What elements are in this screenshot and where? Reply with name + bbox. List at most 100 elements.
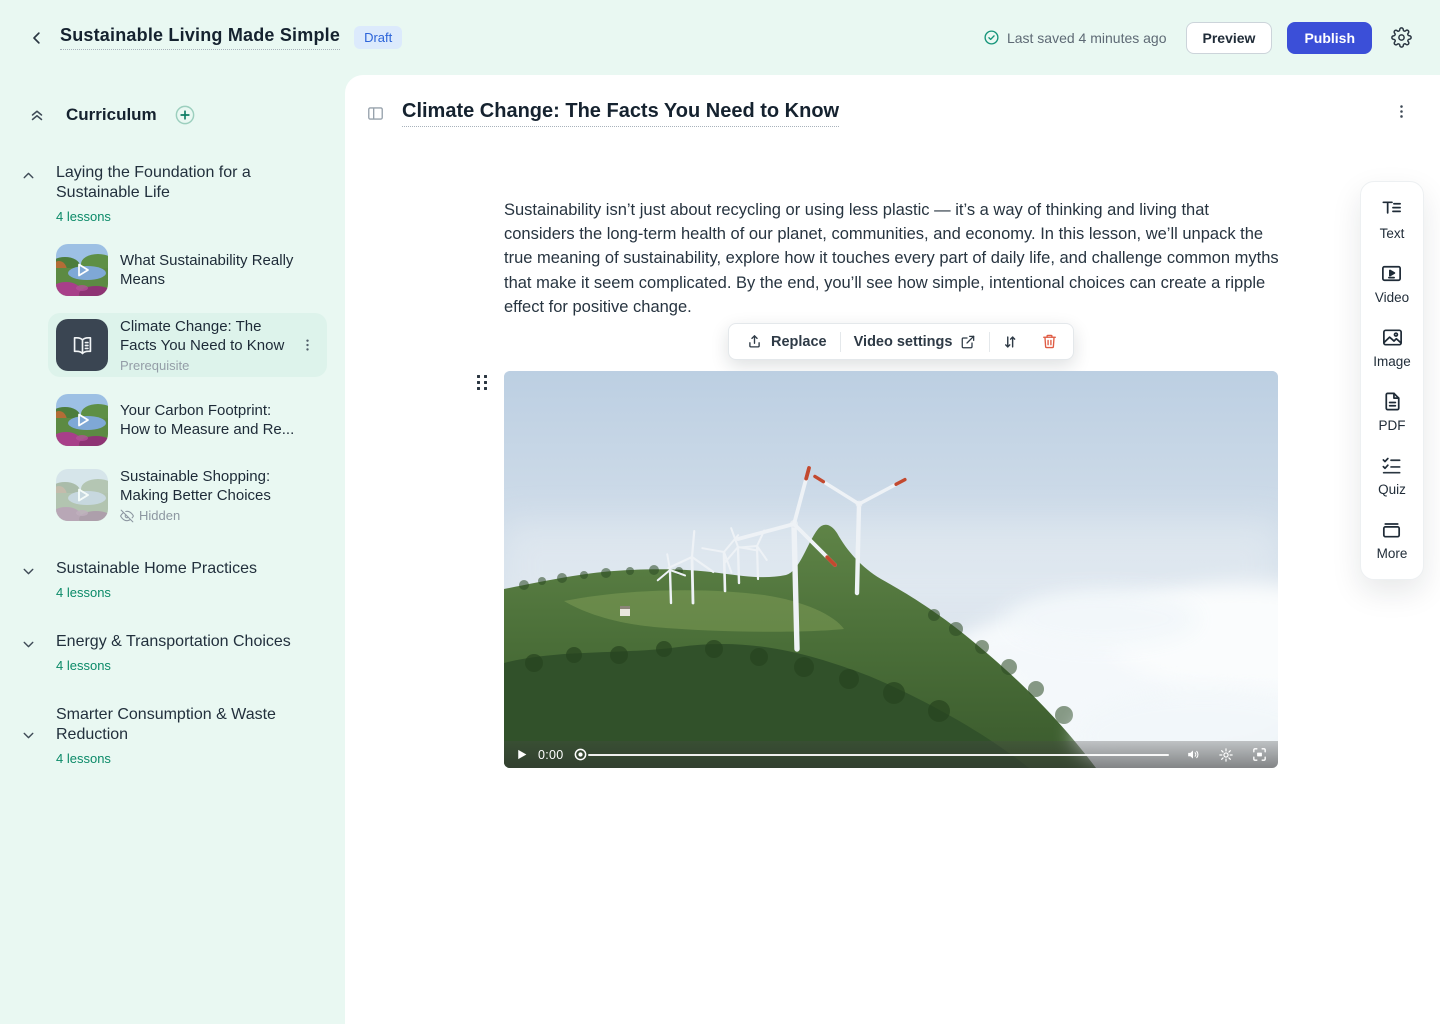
gear-icon [1391,27,1412,48]
insert-block-panel: Text Video Image PDF Quiz More [1360,181,1424,580]
tool-label: Video [1375,290,1409,305]
double-chevron-up-icon [28,106,46,124]
fullscreen-icon [1251,746,1268,763]
check-circle-icon [983,29,1000,46]
last-saved-status: Last saved 4 minutes ago [983,29,1167,46]
play-icon [56,469,108,521]
play-button[interactable] [513,746,530,763]
sidebar-title: Curriculum [66,105,157,125]
video-player[interactable]: 0:00 [504,371,1278,768]
video-progress-line [588,754,1169,756]
chevron-down-icon [20,727,37,744]
plus-circle-icon [174,104,196,126]
back-button[interactable] [24,25,50,51]
publish-button[interactable]: Publish [1287,22,1372,54]
quiz-checklist-icon [1380,454,1403,477]
video-block-icon [1380,262,1403,285]
trash-icon [1041,333,1058,350]
lesson-item-what-sustainability[interactable]: What Sustainability Really Means [48,240,327,300]
insert-video-button[interactable]: Video [1375,262,1409,305]
lesson-title: Your Carbon Footprint: How to Measure an… [120,401,302,439]
curriculum-sidebar: Curriculum Laying the Foundation for a S… [0,75,345,1024]
toggle-sidebar-button[interactable] [362,100,389,127]
lesson-intro-paragraph[interactable]: Sustainability isn’t just about recyclin… [504,198,1280,319]
text-icon [1380,198,1403,221]
tool-label: More [1377,546,1408,561]
section-header-home-practices[interactable]: Sustainable Home Practices 4 lessons [0,559,345,600]
section-title: Laying the Foundation for a Sustainable … [56,163,296,203]
scrubber-handle[interactable] [573,747,588,762]
delete-block-button[interactable] [1030,324,1069,359]
play-icon [56,244,108,296]
last-saved-text: Last saved 4 minutes ago [1007,30,1167,46]
add-section-button[interactable] [170,100,200,130]
fullscreen-button[interactable] [1250,745,1269,764]
block-drag-handle[interactable] [477,375,487,390]
video-settings-label: Video settings [854,334,953,350]
section-header-energy-transportation[interactable]: Energy & Transportation Choices 4 lesson… [0,632,345,673]
lesson-options-button[interactable] [1389,99,1414,124]
more-blocks-button[interactable]: More [1377,518,1408,561]
video-thumbnail [56,244,108,296]
lesson-title: Sustainable Shopping: Making Better Choi… [120,467,302,505]
collapse-all-button[interactable] [24,102,50,128]
volume-button[interactable] [1185,746,1202,763]
section-lesson-count: 4 lessons [56,585,257,600]
lesson-item-climate-change[interactable]: Climate Change: The Facts You Need to Kn… [48,313,327,377]
lesson-title: What Sustainability Really Means [120,251,302,289]
curriculum-section: Sustainable Home Practices 4 lessons [0,559,345,600]
tool-label: Text [1380,226,1405,241]
insert-quiz-button[interactable]: Quiz [1378,454,1406,497]
replace-label: Replace [771,334,827,350]
chevron-down-icon [20,563,37,580]
reading-lesson-icon-tile [56,319,108,371]
insert-text-button[interactable]: Text [1380,198,1405,241]
move-block-button[interactable] [990,324,1030,359]
settings-button[interactable] [1387,23,1416,52]
course-title[interactable]: Sustainable Living Made Simple [60,25,340,50]
video-settings-button[interactable]: Video settings [841,324,990,359]
replace-video-button[interactable]: Replace [733,324,840,359]
external-link-icon [960,334,976,350]
lesson-item-sustainable-shopping[interactable]: Sustainable Shopping: Making Better Choi… [48,463,327,527]
play-icon [515,748,528,761]
video-current-time: 0:00 [538,748,564,762]
tool-label: Quiz [1378,482,1406,497]
hidden-label: Hidden [139,508,180,523]
lesson-subtitle: Prerequisite [120,358,302,373]
volume-icon [1186,747,1201,762]
swap-vertical-icon [1001,333,1019,351]
kebab-icon [300,338,315,353]
lesson-item-carbon-footprint[interactable]: Your Carbon Footprint: How to Measure an… [48,390,327,450]
status-badge: Draft [354,26,402,49]
image-icon [1381,326,1404,349]
chevron-up-icon [20,167,37,184]
video-quality-button[interactable] [1217,746,1235,764]
video-thumbnail [56,469,108,521]
section-title: Energy & Transportation Choices [56,632,291,652]
lesson-title: Climate Change: The Facts You Need to Kn… [120,317,302,355]
insert-pdf-button[interactable]: PDF [1379,390,1406,433]
lesson-page-title[interactable]: Climate Change: The Facts You Need to Kn… [402,100,839,127]
play-icon [56,394,108,446]
curriculum-section: Laying the Foundation for a Sustainable … [0,163,345,527]
lesson-menu-button[interactable] [296,334,319,357]
section-header-foundation[interactable]: Laying the Foundation for a Sustainable … [0,163,345,224]
section-lesson-count: 4 lessons [56,209,296,224]
section-lesson-count: 4 lessons [56,658,291,673]
preview-button[interactable]: Preview [1186,22,1273,54]
curriculum-section: Energy & Transportation Choices 4 lesson… [0,632,345,673]
video-progress-track[interactable] [573,747,1169,762]
archive-box-icon [1380,518,1403,541]
section-header-smarter-consumption[interactable]: Smarter Consumption & Waste Reduction 4 … [0,705,345,766]
chevron-left-icon [28,29,46,47]
top-header: Sustainable Living Made Simple Draft Las… [0,0,1440,75]
section-title: Smarter Consumption & Waste Reduction [56,705,296,745]
eye-off-icon [120,509,134,523]
kebab-icon [1393,103,1410,120]
insert-image-button[interactable]: Image [1373,326,1411,369]
panel-left-icon [366,104,385,123]
video-block-toolbar: Replace Video settings [728,323,1074,360]
video-control-bar: 0:00 [504,741,1278,768]
chevron-down-icon [20,636,37,653]
